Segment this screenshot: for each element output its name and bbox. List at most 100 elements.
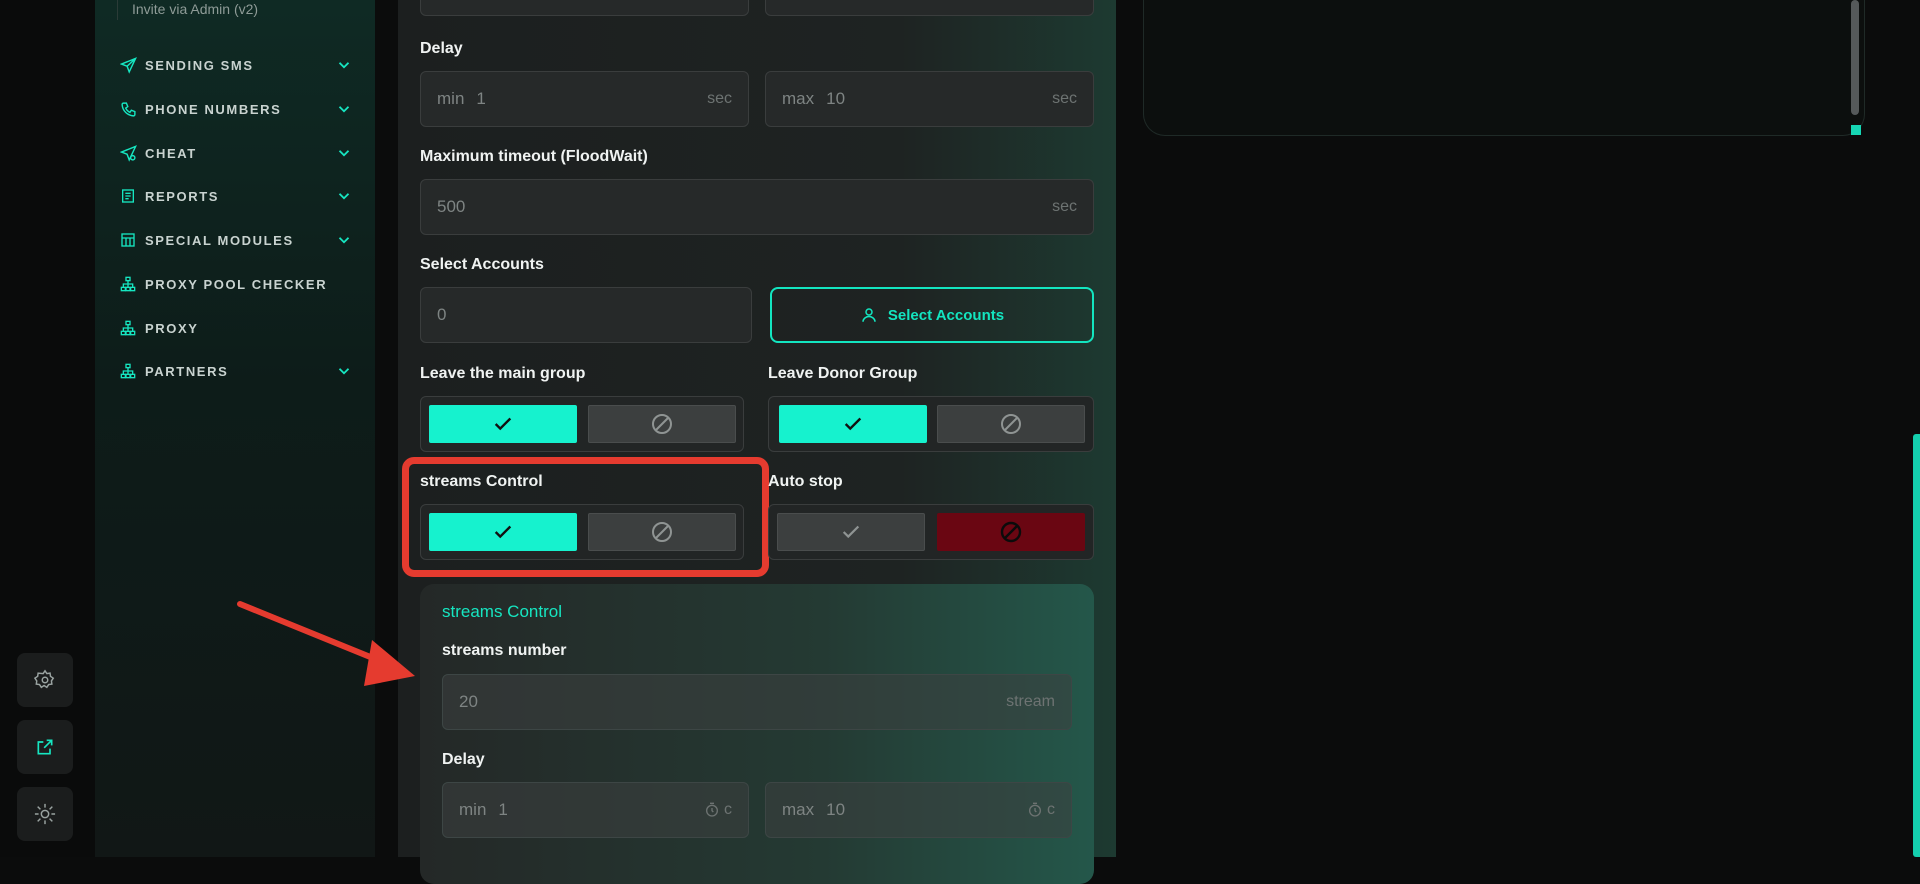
min-prefix: min xyxy=(459,800,487,819)
check-icon xyxy=(844,417,862,431)
top-field-right[interactable] xyxy=(765,0,1094,16)
resize-handle[interactable] xyxy=(1851,125,1861,135)
max-prefix: max xyxy=(782,89,815,108)
streams-number-value: 20 xyxy=(459,692,478,711)
chevron-down-icon[interactable] xyxy=(335,100,353,118)
theme-button[interactable] xyxy=(17,787,73,841)
log-box xyxy=(1143,0,1865,136)
accounts-count: 0 xyxy=(437,305,447,324)
chevron-down-icon[interactable] xyxy=(335,187,353,205)
timer-icon xyxy=(1029,802,1041,817)
leave-main-label: Leave the main group xyxy=(420,365,586,382)
sidebar-item-special-modules[interactable]: SPECIAL MODULES xyxy=(95,222,375,258)
auto-stop-yes-button[interactable] xyxy=(777,513,925,551)
leave-donor-no-button[interactable] xyxy=(937,405,1085,443)
check-icon xyxy=(494,417,512,431)
max-prefix: max xyxy=(782,800,815,819)
select-accounts-label: Select Accounts xyxy=(420,256,544,273)
sidebar-item-label: SENDING SMS xyxy=(145,57,254,73)
leave-donor-yes-button[interactable] xyxy=(779,405,927,443)
unit-stream: stream xyxy=(1006,693,1055,710)
ban-icon xyxy=(1001,414,1021,434)
sidebar-item-label: CHEAT xyxy=(145,145,197,161)
sidebar-item-partners[interactable]: PARTNERS xyxy=(95,353,375,389)
min-prefix: min xyxy=(437,89,465,108)
sidebar-item-reports[interactable]: REPORTS xyxy=(95,178,375,214)
streams-number-label: streams number xyxy=(442,642,567,659)
gear-icon xyxy=(34,669,55,689)
network-icon xyxy=(119,319,137,337)
network-icon xyxy=(119,362,137,380)
table-icon xyxy=(119,231,137,249)
sidebar: Invite via Admin (v2) SENDING SMS PHONE … xyxy=(95,0,375,857)
sidebar-item-label: PARTNERS xyxy=(145,363,229,379)
report-icon xyxy=(119,187,137,205)
select-accounts-button-label: Select Accounts xyxy=(887,306,1005,324)
max-value: 10 xyxy=(826,89,846,108)
select-accounts-button[interactable]: Select Accounts xyxy=(770,287,1094,343)
timeout-input[interactable]: 500 sec xyxy=(420,179,1094,235)
top-field-left[interactable] xyxy=(420,0,749,16)
ban-icon xyxy=(1000,521,1022,543)
sidebar-subitem-invite-admin[interactable]: Invite via Admin (v2) xyxy=(117,0,258,20)
auto-stop-label: Auto stop xyxy=(768,473,843,490)
sidebar-item-label: PHONE NUMBERS xyxy=(145,101,282,117)
sidebar-item-label: REPORTS xyxy=(145,188,220,204)
chevron-down-icon[interactable] xyxy=(335,144,353,162)
send-gear-icon xyxy=(119,144,137,162)
chevron-down-icon[interactable] xyxy=(335,56,353,74)
accounts-count-input[interactable]: 0 xyxy=(420,287,752,343)
timer-icon xyxy=(706,802,718,817)
delay-max-input[interactable]: max 10 sec xyxy=(765,71,1094,127)
highlight-box xyxy=(402,457,769,577)
send-icon xyxy=(119,56,137,74)
sidebar-item-phone-numbers[interactable]: PHONE NUMBERS xyxy=(95,91,375,127)
phone-icon xyxy=(119,100,137,118)
unit-sec: sec xyxy=(1052,198,1077,215)
streams-control-card: streams Control streams number 20 stream… xyxy=(420,584,1094,884)
leave-main-toggle xyxy=(420,396,744,452)
max-value: 10 xyxy=(826,800,846,819)
gutter xyxy=(375,0,398,857)
chevron-down-icon[interactable] xyxy=(335,362,353,380)
min-value: 1 xyxy=(498,800,508,819)
sidebar-item-proxy-pool-checker[interactable]: PROXY POOL CHECKER xyxy=(95,266,375,302)
network-icon xyxy=(119,275,137,293)
delay-min-input[interactable]: min 1 sec xyxy=(420,71,749,127)
sidebar-item-label: PROXY xyxy=(145,320,199,336)
chevron-down-icon[interactable] xyxy=(335,231,353,249)
auto-stop-no-button[interactable] xyxy=(937,513,1085,551)
ban-icon xyxy=(652,414,672,434)
sidebar-item-sending-sms[interactable]: SENDING SMS xyxy=(95,47,375,83)
timeout-value: 500 xyxy=(437,197,466,216)
page-scrollbar[interactable] xyxy=(1913,434,1920,857)
unit-c: c xyxy=(1047,801,1055,818)
leave-main-yes-button[interactable] xyxy=(429,405,577,443)
streams-number-input[interactable]: 20 stream xyxy=(442,674,1072,730)
auto-stop-toggle xyxy=(768,504,1094,560)
check-icon xyxy=(842,525,860,539)
leave-donor-toggle xyxy=(768,396,1094,452)
leave-main-no-button[interactable] xyxy=(588,405,736,443)
settings-button[interactable] xyxy=(17,653,73,707)
sidebar-item-proxy[interactable]: PROXY xyxy=(95,310,375,346)
sidebar-item-label: PROXY POOL CHECKER xyxy=(145,276,328,292)
unit-sec: sec xyxy=(1052,90,1077,107)
icon-rail xyxy=(0,0,95,857)
external-link-icon xyxy=(37,739,53,755)
sun-icon xyxy=(34,803,56,825)
leave-donor-label: Leave Donor Group xyxy=(768,365,918,382)
card-delay-min-input[interactable]: min 1 c xyxy=(442,782,749,838)
min-value: 1 xyxy=(476,89,486,108)
card-delay-max-input[interactable]: max 10 c xyxy=(765,782,1072,838)
unit-sec: sec xyxy=(707,90,732,107)
scrollbar-thumb[interactable] xyxy=(1851,0,1859,115)
unit-c: c xyxy=(724,801,732,818)
sidebar-item-label: SPECIAL MODULES xyxy=(145,232,294,248)
delay-label: Delay xyxy=(420,40,463,57)
card-title: streams Control xyxy=(442,602,562,621)
sidebar-item-cheat[interactable]: CHEAT xyxy=(95,135,375,171)
card-delay-label: Delay xyxy=(442,751,485,768)
timeout-label: Maximum timeout (FloodWait) xyxy=(420,148,648,165)
external-link-button[interactable] xyxy=(17,720,73,774)
